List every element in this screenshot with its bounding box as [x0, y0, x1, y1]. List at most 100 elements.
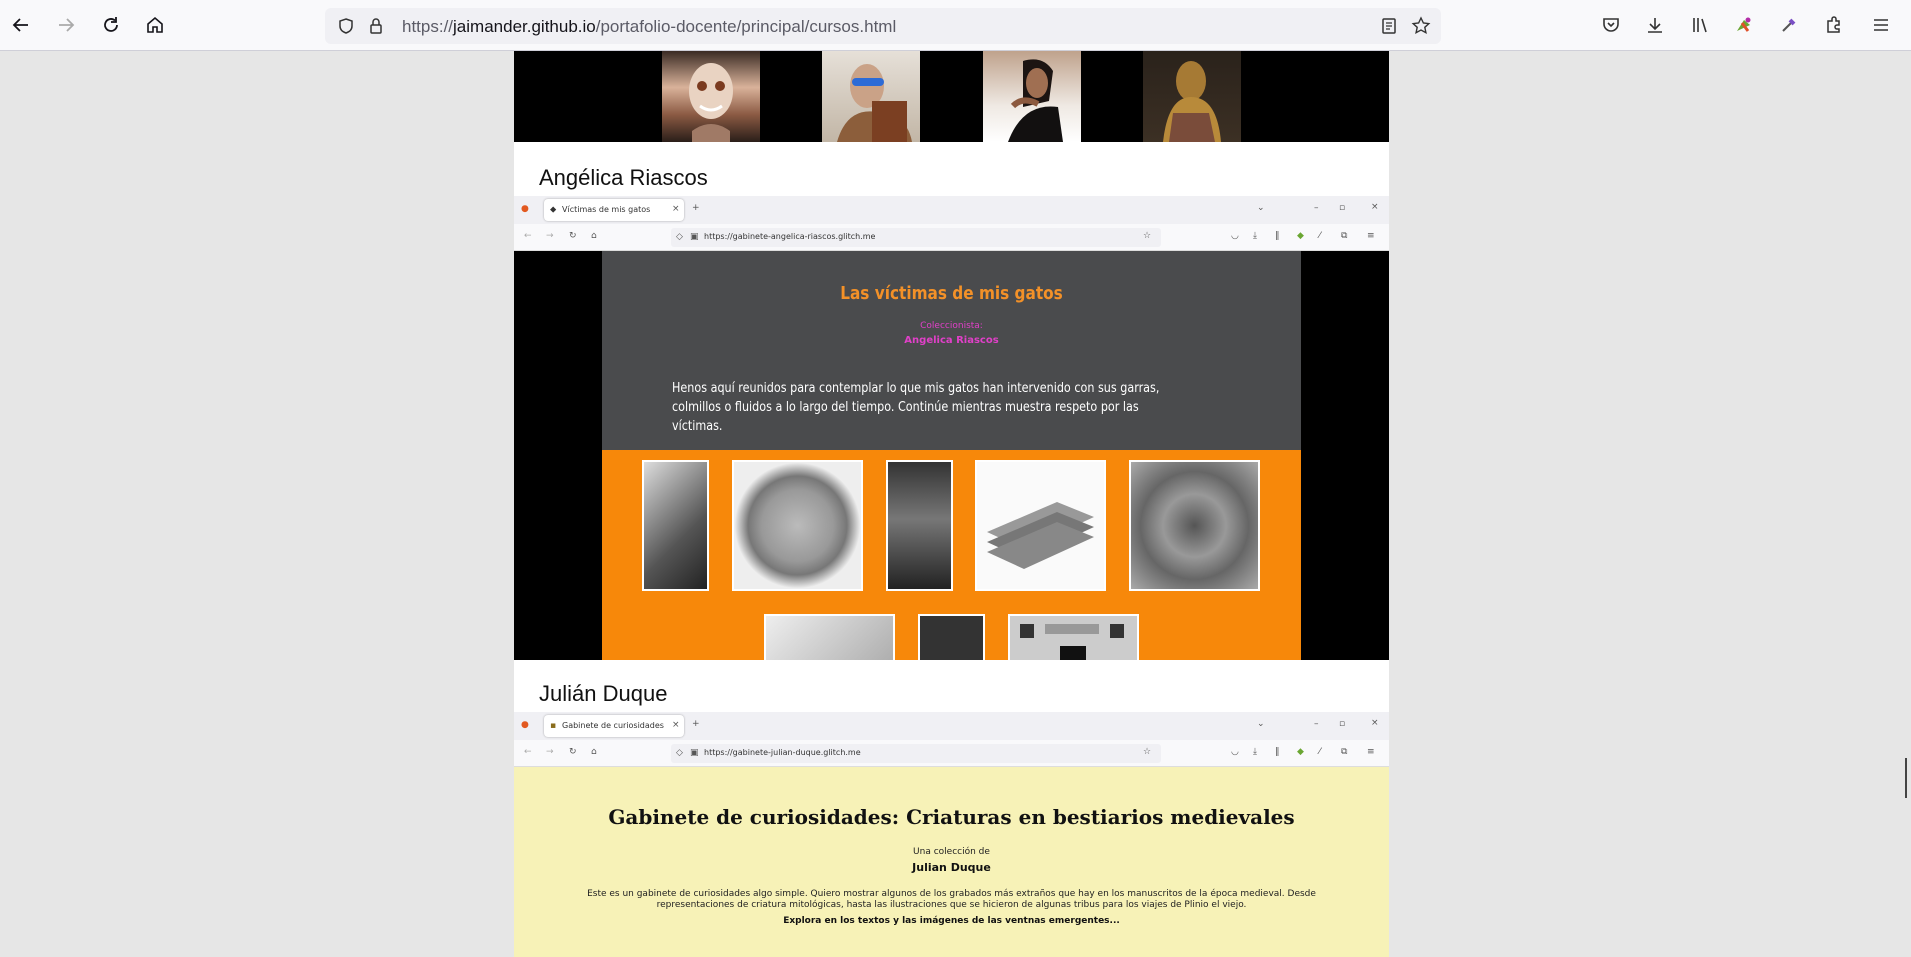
- star-icon: ☆: [1143, 747, 1152, 757]
- embedded-url: ◇ ▣ https://gabinete-julian-duque.glitch…: [671, 744, 1161, 763]
- forward-icon[interactable]: [51, 10, 81, 40]
- embedded-url-text: https://gabinete-julian-duque.glitch.me: [704, 748, 861, 757]
- embedded-tab: ▪ Gabinete de curiosidades ×: [544, 715, 684, 737]
- gallery-image[interactable]: [918, 614, 985, 660]
- gatos-header: Las víctimas de mis gatos Coleccionista:…: [602, 251, 1301, 450]
- embedded-url-text: https://gabinete-angelica-riascos.glitch…: [704, 232, 876, 241]
- eyedropper-icon[interactable]: [1774, 10, 1804, 40]
- download-icon: ⤓: [1253, 231, 1257, 241]
- back-icon[interactable]: [6, 10, 36, 40]
- puzzle-icon[interactable]: [1818, 10, 1848, 40]
- reload-icon: ↻: [569, 747, 577, 757]
- back-icon: ←: [524, 231, 532, 241]
- portrait-photo: [1143, 51, 1241, 142]
- url-path: /portafolio-docente/principal/cursos.htm…: [595, 17, 897, 36]
- portrait-photo: [662, 51, 760, 142]
- gallery-image[interactable]: [764, 614, 895, 660]
- library-icon[interactable]: [1685, 10, 1715, 40]
- lock-icon[interactable]: [365, 15, 387, 37]
- student-name: Julián Duque: [539, 681, 668, 706]
- eyedropper-icon: ⁄: [1319, 747, 1321, 757]
- extension-icon[interactable]: [1729, 10, 1759, 40]
- embedded-nav-bar: ← → ↻ ⌂ ◇ ▣ https://gabinete-angelica-ri…: [514, 224, 1389, 251]
- eyedropper-icon: ⁄: [1319, 231, 1321, 241]
- gallery-image[interactable]: [732, 460, 863, 591]
- student-name: Angélica Riascos: [539, 165, 708, 190]
- embedded-url: ◇ ▣ https://gabinete-angelica-riascos.gl…: [671, 228, 1161, 247]
- bestiary-title: Gabinete de curiosidades: Criaturas en b…: [608, 805, 1295, 829]
- shield-icon: ◇: [676, 232, 683, 242]
- gallery-screenshot[interactable]: ● ⬥ Víctimas de mis gatos × + ⌄ – ▫ × ← …: [514, 196, 1389, 660]
- home-icon: ⌂: [591, 231, 597, 241]
- gallery-image[interactable]: [886, 460, 953, 591]
- gallery-image[interactable]: [1008, 614, 1139, 660]
- url-host: jaimander.github.io: [453, 17, 596, 36]
- page-content: Angélica Riascos ● ⬥ Víctimas de mis gat…: [514, 51, 1389, 957]
- collector-name: Angelica Riascos: [904, 335, 999, 346]
- library-icon: ‖: [1275, 747, 1280, 757]
- menu-icon: ≡: [1367, 747, 1375, 757]
- library-icon: ‖: [1275, 231, 1280, 241]
- gallery-screenshot[interactable]: ● ▪ Gabinete de curiosidades × + ⌄ – ▫ ×…: [514, 712, 1389, 957]
- menu-icon[interactable]: [1866, 10, 1896, 40]
- puzzle-icon: ⧉: [1341, 231, 1348, 241]
- embedded-tab-title: Gabinete de curiosidades: [562, 721, 664, 730]
- close-window-icon: ×: [1371, 202, 1379, 212]
- pocket-icon[interactable]: [1596, 10, 1626, 40]
- close-window-icon: ×: [1371, 718, 1379, 728]
- new-tab-icon: +: [692, 203, 700, 213]
- new-tab-icon: +: [692, 719, 700, 729]
- extension-icon: ◆: [1297, 747, 1304, 757]
- gallery-image[interactable]: [975, 460, 1106, 591]
- firefox-icon: ●: [521, 204, 529, 214]
- back-icon: ←: [524, 747, 532, 757]
- firefox-icon: ●: [521, 720, 529, 730]
- menu-icon: ≡: [1367, 231, 1375, 241]
- embedded-tab-bar: ● ▪ Gabinete de curiosidades × + ⌄ – ▫ ×: [514, 712, 1389, 740]
- forward-icon: →: [546, 231, 554, 241]
- gallery-image[interactable]: [642, 460, 709, 591]
- home-icon[interactable]: [140, 10, 170, 40]
- reader-icon[interactable]: [1378, 15, 1400, 37]
- gatos-page: Las víctimas de mis gatos Coleccionista:…: [514, 251, 1389, 660]
- download-icon: ⤓: [1253, 747, 1257, 757]
- embedded-tab: ⬥ Víctimas de mis gatos ×: [544, 199, 684, 221]
- puzzle-icon: ⧉: [1341, 747, 1348, 757]
- favicon-icon: ▪: [550, 721, 557, 731]
- minimize-icon: –: [1314, 719, 1319, 729]
- restore-icon: ▫: [1339, 203, 1346, 213]
- portrait-photo: [822, 51, 920, 142]
- pocket-icon: ◡: [1231, 231, 1239, 241]
- shield-icon[interactable]: [335, 15, 357, 37]
- gatos-image-grid: [602, 450, 1301, 660]
- gallery-image[interactable]: [1129, 460, 1260, 591]
- chevron-down-icon: ⌄: [1257, 719, 1265, 729]
- extension-icon: ◆: [1297, 231, 1304, 241]
- star-icon[interactable]: [1410, 15, 1432, 37]
- bestiary-description: Este es un gabinete de curiosidades algo…: [587, 889, 1316, 910]
- forward-icon: →: [546, 747, 554, 757]
- restore-icon: ▫: [1339, 719, 1346, 729]
- reload-icon: ↻: [569, 231, 577, 241]
- close-icon: ×: [672, 204, 680, 214]
- chevron-down-icon: ⌄: [1257, 203, 1265, 213]
- home-icon: ⌂: [591, 747, 597, 757]
- collector-label: Coleccionista:: [920, 321, 983, 331]
- scrollbar-thumb[interactable]: [1905, 758, 1907, 798]
- close-icon: ×: [672, 720, 680, 730]
- explore-text: Explora en los textos y las imágenes de …: [783, 916, 1120, 926]
- url-text[interactable]: https://jaimander.github.io/portafolio-d…: [402, 17, 896, 37]
- lock-icon: ▣: [690, 748, 699, 758]
- reload-icon[interactable]: [96, 10, 126, 40]
- embedded-tab-title: Víctimas de mis gatos: [562, 205, 651, 214]
- collector-name: Julian Duque: [912, 861, 991, 874]
- download-icon[interactable]: [1640, 10, 1670, 40]
- url-prefix: https://: [402, 17, 454, 36]
- url-bar[interactable]: https://jaimander.github.io/portafolio-d…: [325, 8, 1441, 44]
- star-icon: ☆: [1143, 231, 1152, 241]
- bestiary-page: Gabinete de curiosidades: Criaturas en b…: [514, 767, 1389, 957]
- location-icon: ⬥: [550, 205, 557, 215]
- portrait-photo: [983, 51, 1081, 142]
- embedded-tab-bar: ● ⬥ Víctimas de mis gatos × + ⌄ – ▫ ×: [514, 196, 1389, 224]
- browser-toolbar: https://jaimander.github.io/portafolio-d…: [0, 0, 1911, 51]
